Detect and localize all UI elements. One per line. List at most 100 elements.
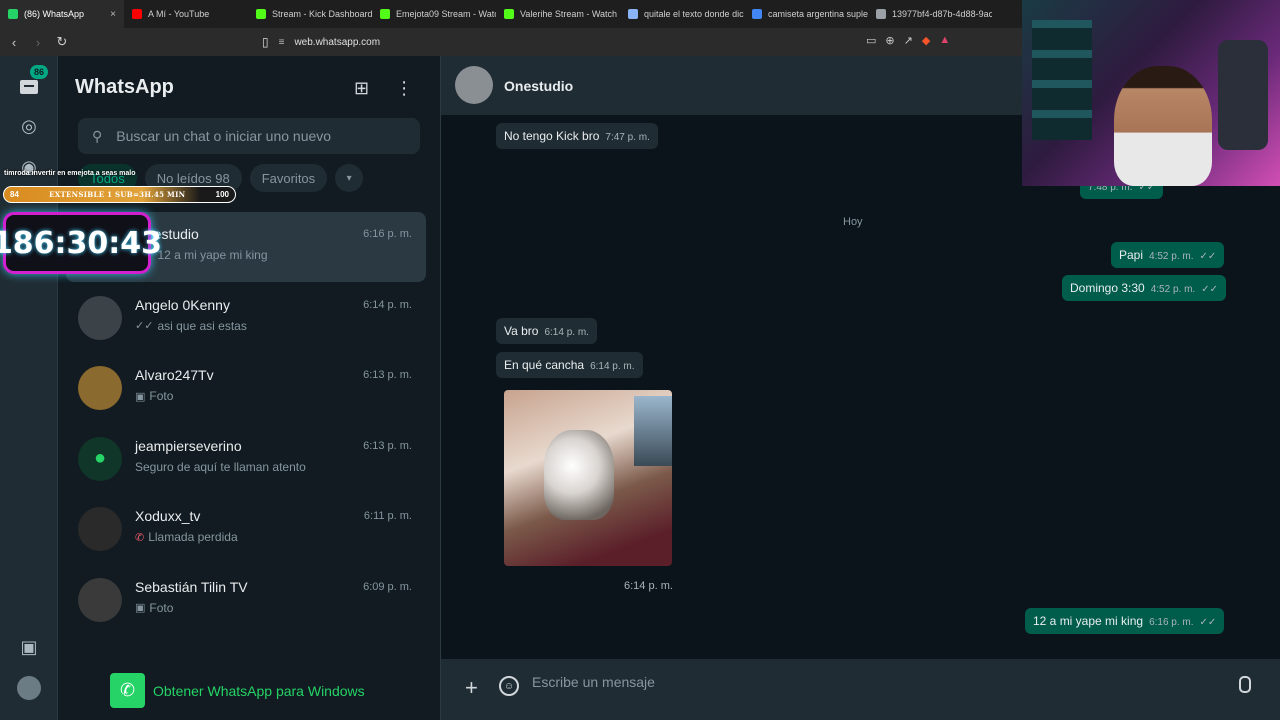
list-header-icons: ⊞ ⋮ (354, 78, 413, 99)
contact-avatar[interactable] (455, 66, 493, 104)
chat-preview: ✓✓ asi que asi estas (135, 319, 247, 333)
message-text: En qué cancha (504, 358, 585, 372)
chat-avatar (78, 577, 122, 622)
browser-tab[interactable]: Emejota09 Stream - Watc (372, 0, 496, 28)
contact-name: Onestudio (504, 78, 574, 94)
menu-icon[interactable]: ⋮ (395, 78, 413, 99)
browser-tab[interactable]: camiseta argentina suplen (744, 0, 868, 28)
outgoing-message[interactable]: Domingo 3:30 4:52 p. m. ✓✓ (1062, 275, 1226, 301)
close-tab-icon[interactable]: × (110, 9, 116, 20)
overlay-alert-text: timroda invertir en emejota a seas malo (4, 170, 136, 177)
laptop-in-photo (634, 396, 672, 466)
whatsapp-logo-icon: ✆ (110, 673, 145, 708)
tab-label: Emejota09 Stream - Watc (396, 9, 496, 19)
message-time: 6:14 p. m. (590, 361, 635, 372)
browser-tab[interactable]: quitale el texto donde dic (620, 0, 744, 28)
tab-label: camiseta argentina suplen (768, 9, 868, 19)
missed-call-icon: ✆ (135, 531, 145, 544)
message-text: Papi (1119, 248, 1144, 262)
chat-row[interactable]: Alvaro247Tv 6:13 p. m. ▣ Foto (66, 353, 426, 423)
attach-icon[interactable]: + (465, 675, 478, 701)
url-field[interactable]: ▯ ≡ web.whatsapp.com (262, 35, 380, 49)
chat-preview: ▣ Foto (135, 601, 173, 615)
sub-goal-text: EXTENSIBLE 1 SUB=3H.45 MIN (49, 190, 186, 199)
chat-row[interactable]: Sebastián Tilin TV 6:09 p. m. ▣ Foto (66, 565, 426, 635)
chat-time: 6:14 p. m. (363, 298, 412, 311)
chat-row[interactable]: Xoduxx_tv 6:11 p. m. ✆ Llamada perdida (66, 494, 426, 564)
chat-row[interactable]: ● jeampierseverino 6:13 p. m. Seguro de aqu… (66, 424, 426, 494)
message-text: No tengo Kick bro (504, 129, 600, 143)
zoom-icon[interactable]: ⊕ (885, 34, 894, 47)
search-icon: ⚲ (92, 127, 103, 144)
chat-time: 6:11 p. m. (363, 510, 412, 522)
composer: + ☺ Escribe un mensaje (441, 659, 1280, 720)
tab-label: Stream - Kick Dashboard (272, 9, 372, 19)
chat-name: Alvaro247Tv (135, 367, 214, 383)
bookmark-icon[interactable]: ▯ (262, 35, 269, 49)
photo-icon: ▣ (135, 390, 146, 403)
browser-tab[interactable]: Valerihe Stream - Watch l (496, 0, 620, 28)
chevron-down-icon[interactable]: ▾ (335, 164, 364, 192)
search-box[interactable]: ⚲ Buscar un chat o iniciar uno nuevo (78, 118, 420, 154)
tab-favicon-icon (752, 9, 762, 19)
profile-avatar[interactable] (17, 676, 41, 700)
message-text: 12 a mi yape mi king (1033, 614, 1144, 628)
chat-preview-text: Foto (149, 600, 174, 615)
image-message[interactable] (504, 390, 672, 566)
back-icon[interactable]: ‹ (4, 32, 24, 52)
message-text: Va bro (504, 324, 539, 338)
get-windows-link[interactable]: ✆ Obtener WhatsApp para Windows (110, 673, 365, 708)
image-message-time: 6:14 p. m. (624, 580, 673, 592)
new-chat-icon[interactable]: ⊞ (354, 78, 369, 99)
browser-tab[interactable]: Stream - Kick Dashboard (248, 0, 372, 28)
browser-tab[interactable]: (86) WhatsApp × (0, 0, 124, 28)
get-windows-label: Obtener WhatsApp para Windows (153, 682, 365, 699)
media-icon[interactable]: ▣ (18, 636, 40, 658)
status-icon[interactable]: ◎ (18, 115, 40, 137)
outgoing-message[interactable]: Papi 4:52 p. m. ✓✓ (1111, 242, 1225, 268)
chat-list-panel: WhatsApp ⊞ ⋮ ⚲ Buscar un chat o iniciar … (58, 56, 441, 720)
shelf-in-webcam (1032, 20, 1092, 140)
tab-favicon-icon (876, 9, 886, 19)
tab-label: (86) WhatsApp (24, 9, 85, 19)
forward-icon[interactable]: › (28, 32, 48, 52)
message-text: Domingo 3:30 (1070, 281, 1145, 295)
outgoing-message[interactable]: 12 a mi yape mi king 6:16 p. m. ✓✓ (1025, 608, 1225, 634)
chat-preview-text: Seguro de aquí te llaman atento (135, 459, 306, 474)
site-settings-icon[interactable]: ≡ (279, 37, 285, 48)
chat-preview: ✆ Llamada perdida (135, 530, 238, 544)
mic-icon[interactable] (1237, 673, 1253, 695)
incoming-message[interactable]: Va bro 6:14 p. m. (496, 318, 597, 344)
brave-shield-icon[interactable]: ◆ (922, 34, 930, 47)
gaming-chair-in-webcam (1218, 40, 1268, 150)
message-time: 7:47 p. m. (605, 132, 650, 143)
tab-label: 13977bf4-d87b-4d88-9ac (892, 9, 992, 19)
address-bar-icons: ▭ ⊕ ↗ ◆ ▲ (866, 34, 950, 47)
chat-time: 6:13 p. m. (363, 439, 412, 452)
chat-avatar (78, 507, 122, 551)
browser-tab[interactable]: A Mí - YouTube (124, 0, 248, 28)
sticker-icon[interactable]: ☺ (499, 676, 519, 696)
app-title: WhatsApp (75, 76, 174, 98)
url-text: web.whatsapp.com (294, 36, 381, 48)
share-icon[interactable]: ↗ (904, 34, 913, 47)
tab-label: quitale el texto donde dic (644, 9, 744, 19)
sub-goal-bar: 84 EXTENSIBLE 1 SUB=3H.45 MIN 100 (3, 186, 236, 203)
incoming-message[interactable]: En qué cancha 6:14 p. m. (496, 352, 643, 378)
incoming-message[interactable]: No tengo Kick bro 7:47 p. m. (496, 123, 658, 149)
nav-rail: 86 ◎ ◉ ▣ (0, 56, 58, 720)
chat-time: 6:09 p. m. (363, 580, 412, 593)
reload-icon[interactable]: ↻ (52, 32, 72, 52)
filter-chip[interactable]: Favoritos (249, 164, 328, 192)
search-placeholder: Buscar un chat o iniciar uno nuevo (116, 128, 332, 144)
sub-goal-current: 84 (10, 190, 19, 199)
chat-preview-text: asi que asi estas (157, 318, 247, 333)
rewards-icon[interactable]: ▲ (939, 34, 950, 47)
chat-row[interactable]: Angelo 0Kenny 6:14 p. m. ✓✓ asi que asi est… (66, 283, 426, 353)
message-input[interactable]: Escribe un mensaje (532, 674, 655, 690)
chat-name: Xoduxx_tv (135, 508, 201, 524)
message-time: 4:52 p. m. (1150, 284, 1196, 295)
browser-tab[interactable]: 13977bf4-d87b-4d88-9ac (868, 0, 992, 28)
chats-icon[interactable] (18, 76, 40, 98)
cast-icon[interactable]: ▭ (866, 34, 876, 47)
